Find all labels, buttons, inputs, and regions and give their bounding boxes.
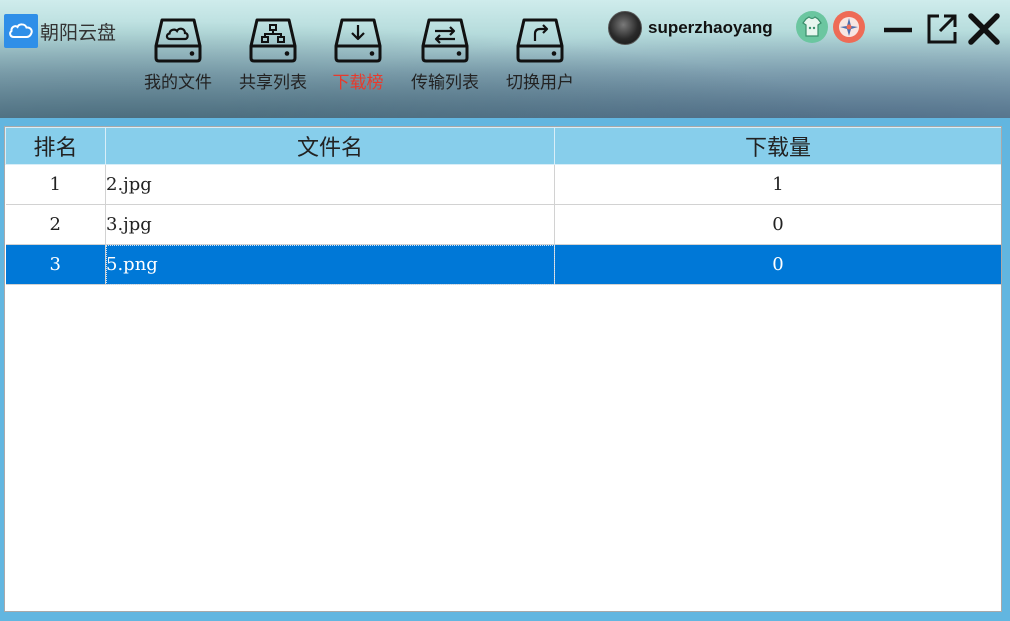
rank-cell[interactable]: 2 [5,204,106,245]
nav-switch-user[interactable]: 切换用户 [500,14,580,93]
switch-user-drive-icon [516,18,564,63]
rank-cell[interactable]: 3 [5,244,106,285]
avatar[interactable] [608,11,642,45]
username: superzhaoyang [648,18,773,37]
table-row-selected[interactable]: 3 5.png 0 [5,244,1001,285]
download-count-cell[interactable]: 1 [554,164,1001,205]
nav-transfer-list[interactable]: 传输列表 [405,14,485,93]
download-count-cell[interactable]: 0 [554,244,1001,285]
minimize-icon[interactable] [881,12,915,46]
app-title: 朝阳云盘 [40,22,117,44]
download-rank-table: 排名 文件名 下载量 1 2.jpg 1 2 3.jpg 0 3 5.png 0 [5,127,1001,285]
file-name-cell[interactable]: 2.jpg [105,164,555,205]
file-name-cell[interactable]: 3.jpg [105,204,555,245]
skin-shirt-icon[interactable] [796,11,828,43]
nav-label: 我的文件 [144,73,212,93]
download-rank-panel: 排名 文件名 下载量 1 2.jpg 1 2 3.jpg 0 3 5.png 0 [4,126,1002,612]
table-row[interactable]: 2 3.jpg 0 [5,204,1001,245]
download-count-cell[interactable]: 0 [554,204,1001,245]
nav-my-files[interactable]: 我的文件 [138,14,218,93]
table-row[interactable]: 1 2.jpg 1 [5,164,1001,205]
nav-download-rank[interactable]: 下载榜 [318,14,398,93]
file-name-cell[interactable]: 5.png [105,244,555,285]
nav-label: 切换用户 [506,73,574,93]
share-drive-icon [249,18,297,63]
transfer-drive-icon [421,18,469,63]
nav-label: 共享列表 [239,73,307,93]
column-header-rank[interactable]: 排名 [5,127,106,165]
nav-label: 传输列表 [411,73,479,93]
maximize-icon[interactable] [925,12,959,46]
cloud-drive-icon [154,18,202,63]
user-info[interactable]: superzhaoyang [608,11,773,45]
theme-palette-icon[interactable] [833,11,865,43]
app-logo-icon [4,14,38,48]
column-header-file-name[interactable]: 文件名 [105,127,555,165]
title-bar: 朝阳云盘 我的文件 共享列表 下载榜 传输列表 切换用户 superzhaoya… [0,0,1010,118]
nav-label: 下载榜 [332,73,384,93]
column-header-download-count[interactable]: 下载量 [554,127,1001,165]
close-icon[interactable] [967,12,1001,46]
table-header-row: 排名 文件名 下载量 [5,127,1001,165]
nav-share-list[interactable]: 共享列表 [233,14,313,93]
download-drive-icon [334,18,382,63]
rank-cell[interactable]: 1 [5,164,106,205]
